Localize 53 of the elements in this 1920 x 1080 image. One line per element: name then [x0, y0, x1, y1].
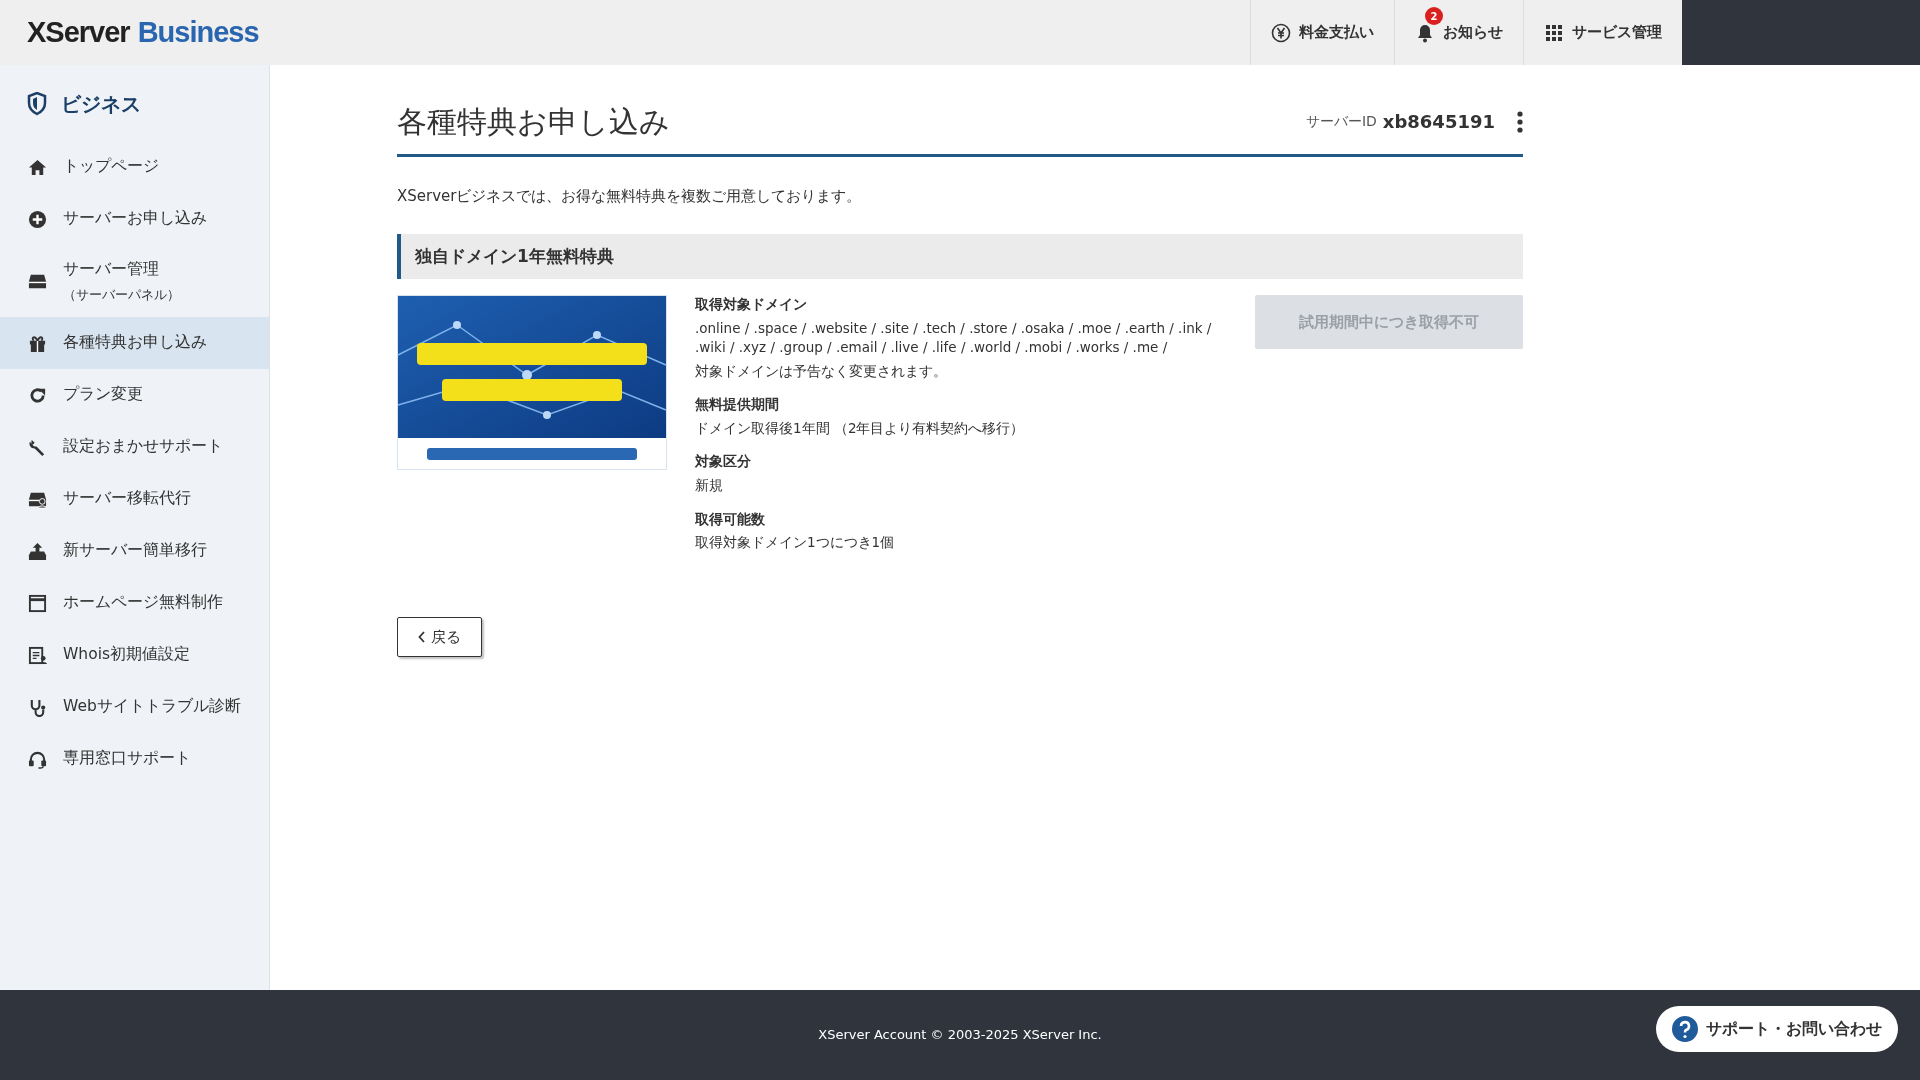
section-header: 独自ドメイン1年無料特典 — [397, 233, 1523, 279]
page-title: 各種特典お申し込み — [397, 103, 671, 140]
detail-text: ドメイン取得後1年間 （2年目より有料契約へ移行） — [695, 418, 1026, 438]
support-button[interactable]: サポート・お問い合わせ — [1656, 1006, 1898, 1052]
refresh-icon — [28, 385, 47, 405]
home-icon — [28, 157, 47, 177]
detail-text: 対象ドメインは予告なく変更されます。 — [695, 361, 948, 381]
sidebar-item[interactable]: トップページ — [0, 141, 269, 193]
detail-text: 新規 — [695, 475, 724, 495]
gift-icon — [28, 333, 47, 353]
header-button[interactable]: 料金支払い — [1250, 0, 1394, 65]
headset-icon — [28, 749, 47, 769]
intro-text: XServerビジネスでは、お得な無料特典を複数ご用意しております。 — [397, 186, 863, 207]
more-icon — [1517, 110, 1523, 133]
sidebar-title: ビジネス — [61, 91, 141, 118]
header-button[interactable]: お知らせ 2 — [1394, 0, 1523, 65]
document-icon — [28, 645, 47, 665]
detail-label: 対象区分 — [695, 452, 752, 472]
sidebar-item[interactable]: 新サーバー簡単移行 — [0, 525, 269, 577]
copyright-text: XServer Account © 2003-2025 XServer Inc. — [818, 1026, 1102, 1045]
sidebar-item[interactable]: Webサイトトラブル診断 — [0, 681, 269, 733]
bell-icon — [1415, 22, 1435, 43]
detail-label: 取得可能数 — [695, 509, 766, 529]
logo-text: XServer — [27, 14, 130, 50]
yen-icon — [1271, 22, 1291, 43]
detail-text: 取得対象ドメイン1つにつき1個 — [695, 533, 896, 553]
back-button[interactable]: 戻る — [397, 616, 482, 658]
sidebar-item[interactable]: 設定おまかせサポート — [0, 421, 269, 473]
logo-text: Business — [137, 14, 259, 50]
sidebar-item[interactable]: サーバー移転代行 — [0, 473, 269, 525]
detail-label: 取得対象ドメイン — [695, 295, 808, 314]
sidebar-item[interactable]: サーバー管理 （サーバーパネル） — [0, 245, 269, 317]
sidebar-item[interactable]: Whois初期値設定 — [0, 629, 269, 681]
notification-badge: 2 — [1425, 7, 1443, 25]
sidebar-item-sublabel: （サーバーパネル） — [63, 285, 180, 304]
detail-text: .online / .space / .website / .site / .tech / .store / .osaka / .moe / .earth / .ink / .wiki / .xyz / .group / .email / .live / .life / .world / .mobi / .works / .me / — [695, 318, 1213, 358]
server-id-label: サーバーID — [1305, 112, 1377, 131]
window-icon — [28, 593, 47, 613]
plus-icon — [28, 209, 47, 229]
sidebar-item[interactable]: 各種特典お申し込み — [0, 317, 269, 369]
help-icon — [1672, 1016, 1698, 1042]
detail-label: 無料提供期間 — [695, 395, 780, 415]
upload-icon — [28, 541, 47, 561]
chevron-left-icon — [418, 631, 426, 644]
shield-icon — [27, 92, 47, 116]
sidebar-item[interactable]: サーバーお申し込み — [0, 193, 269, 245]
sidebar-item[interactable]: 専用窓口サポート — [0, 733, 269, 785]
sidebar-item[interactable]: プラン変更 — [0, 369, 269, 421]
server-id: xb8645191 — [1382, 110, 1495, 134]
grid-icon — [1544, 22, 1564, 43]
sidebar-item[interactable]: ホームページ無料制作 — [0, 577, 269, 629]
sidebar-item-label: サーバー管理 — [63, 259, 159, 278]
stethoscope-icon — [28, 697, 47, 717]
